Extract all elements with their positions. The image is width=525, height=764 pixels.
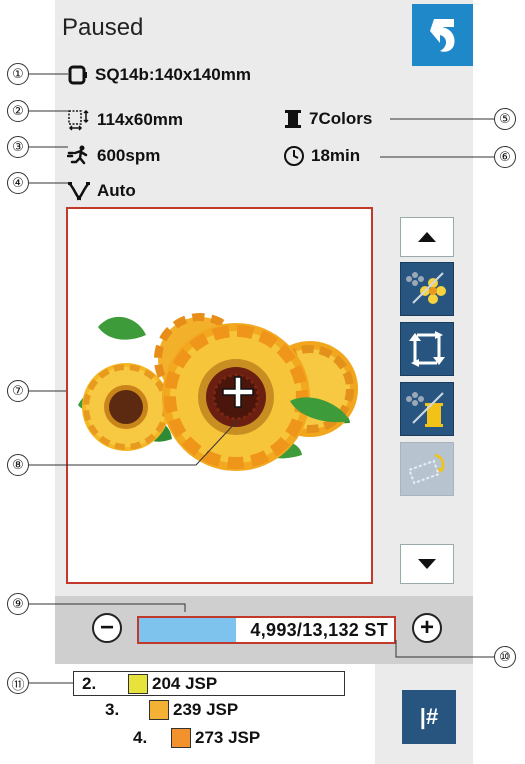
callout-10: ⑩ (494, 646, 516, 668)
callout-6: ⑥ (494, 146, 516, 168)
callout-4: ④ (7, 172, 29, 194)
callout-8: ⑧ (7, 454, 29, 476)
callout-9: ⑨ (7, 593, 29, 615)
callout-7: ⑦ (7, 380, 29, 402)
callout-lines (29, 73, 494, 684)
callout-2: ② (7, 100, 29, 122)
callout-3: ③ (7, 136, 29, 158)
callout-5: ⑤ (494, 108, 516, 130)
callout-1: ① (7, 63, 29, 85)
callout-11: ⑪ (7, 672, 29, 694)
